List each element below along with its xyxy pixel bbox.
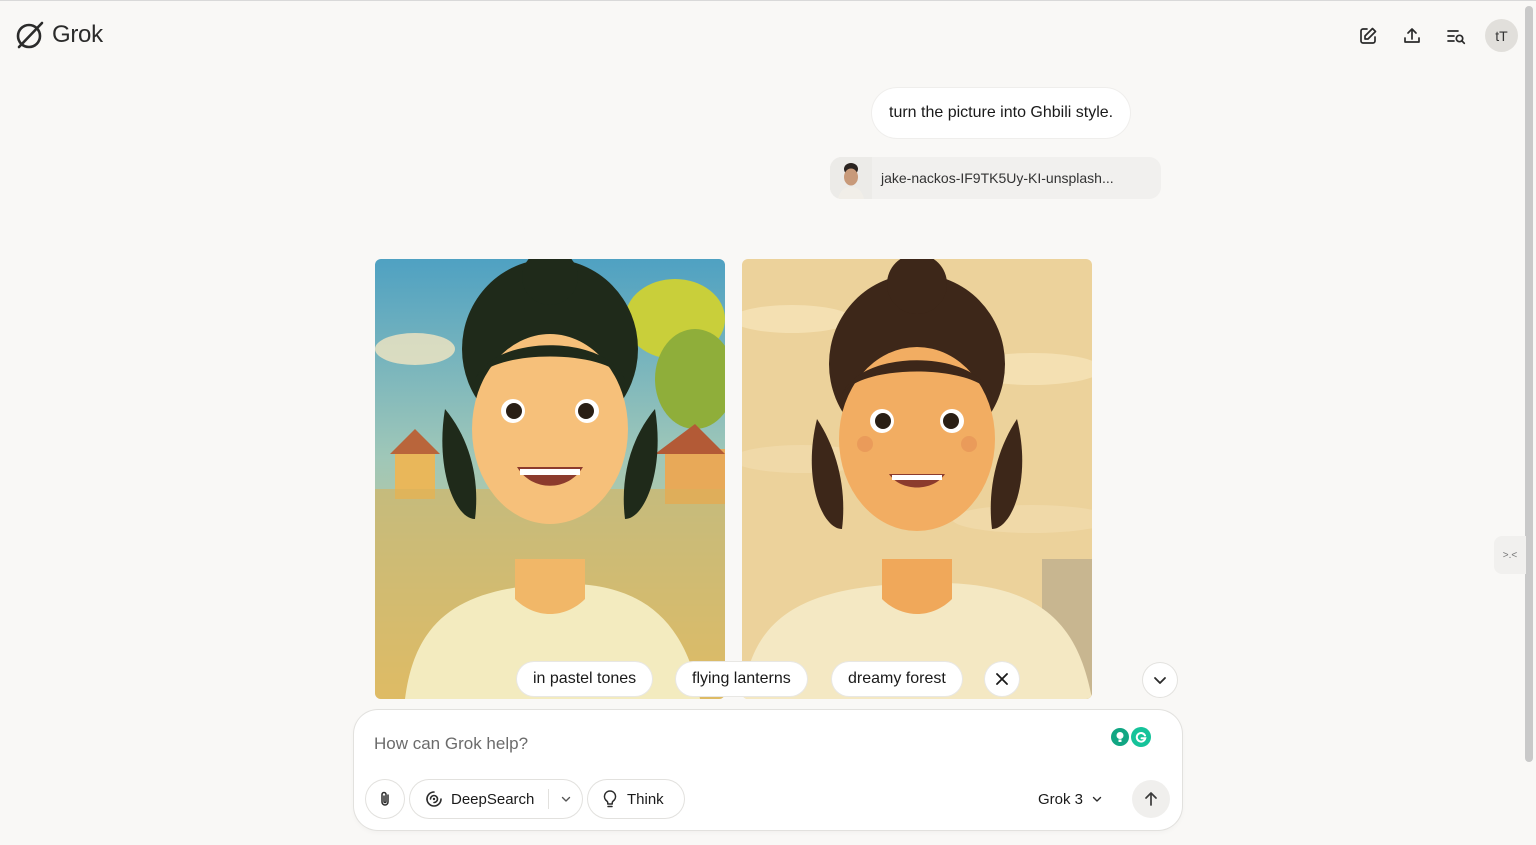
scroll-down-button[interactable]	[1143, 663, 1177, 697]
deepsearch-icon	[426, 791, 442, 807]
grok-logo-icon	[16, 21, 44, 49]
chevron-down-icon	[561, 796, 570, 802]
deepsearch-options-button[interactable]	[549, 780, 582, 818]
model-selector[interactable]: Grok 3	[1038, 784, 1103, 814]
share-button[interactable]	[1396, 20, 1428, 52]
grammarly-widget[interactable]	[1111, 726, 1155, 748]
deepsearch-control: DeepSearch	[410, 780, 582, 818]
deepsearch-button[interactable]: DeepSearch	[410, 780, 548, 818]
new-chat-button[interactable]	[1352, 20, 1384, 52]
side-panel-icon: >.<	[1502, 549, 1518, 561]
dismiss-suggestions-button[interactable]	[985, 662, 1019, 696]
attachment-name: jake-nackos-IF9TK5Uy-KI-unsplash...	[881, 170, 1114, 186]
grammarly-g-icon	[1131, 727, 1151, 747]
chevron-down-icon	[1154, 677, 1166, 684]
model-label: Grok 3	[1038, 790, 1084, 808]
history-button[interactable]	[1440, 20, 1472, 52]
grok-logo[interactable]: Grok	[14, 19, 103, 51]
think-button[interactable]: Think	[588, 780, 684, 818]
app-name: Grok	[52, 21, 103, 48]
think-label: Think	[627, 790, 664, 808]
generated-image-1[interactable]	[375, 259, 725, 699]
scrollbar[interactable]	[1525, 6, 1533, 762]
lightbulb-icon	[603, 790, 617, 808]
share-icon	[1404, 28, 1420, 43]
suggestion-chip[interactable]: dreamy forest	[832, 662, 962, 696]
arrow-up-icon	[1145, 792, 1157, 806]
top-border	[0, 0, 1536, 1]
edit-icon	[1360, 27, 1377, 44]
grammarly-bulb-icon	[1111, 728, 1129, 746]
history-search-icon	[1447, 30, 1466, 45]
attachment-thumbnail	[830, 157, 872, 199]
deepsearch-label: DeepSearch	[451, 790, 535, 808]
attachment-chip[interactable]: jake-nackos-IF9TK5Uy-KI-unsplash...	[830, 157, 1161, 199]
user-message: turn the picture into Ghbili style.	[872, 88, 1131, 138]
suggestion-chip[interactable]: flying lanterns	[676, 662, 807, 696]
side-panel-toggle[interactable]: >.<	[1494, 536, 1526, 574]
paperclip-icon	[381, 791, 389, 806]
suggestion-chip[interactable]: in pastel tones	[517, 662, 653, 696]
close-icon	[996, 673, 1008, 685]
attach-file-button[interactable]	[366, 780, 404, 818]
generated-image-2[interactable]	[742, 259, 1092, 699]
avatar[interactable]: tT	[1485, 19, 1518, 52]
prompt-input[interactable]	[374, 730, 1074, 758]
send-button[interactable]	[1132, 780, 1170, 818]
chevron-down-icon	[1092, 796, 1102, 802]
composer: DeepSearch Think Grok 3	[354, 710, 1182, 830]
